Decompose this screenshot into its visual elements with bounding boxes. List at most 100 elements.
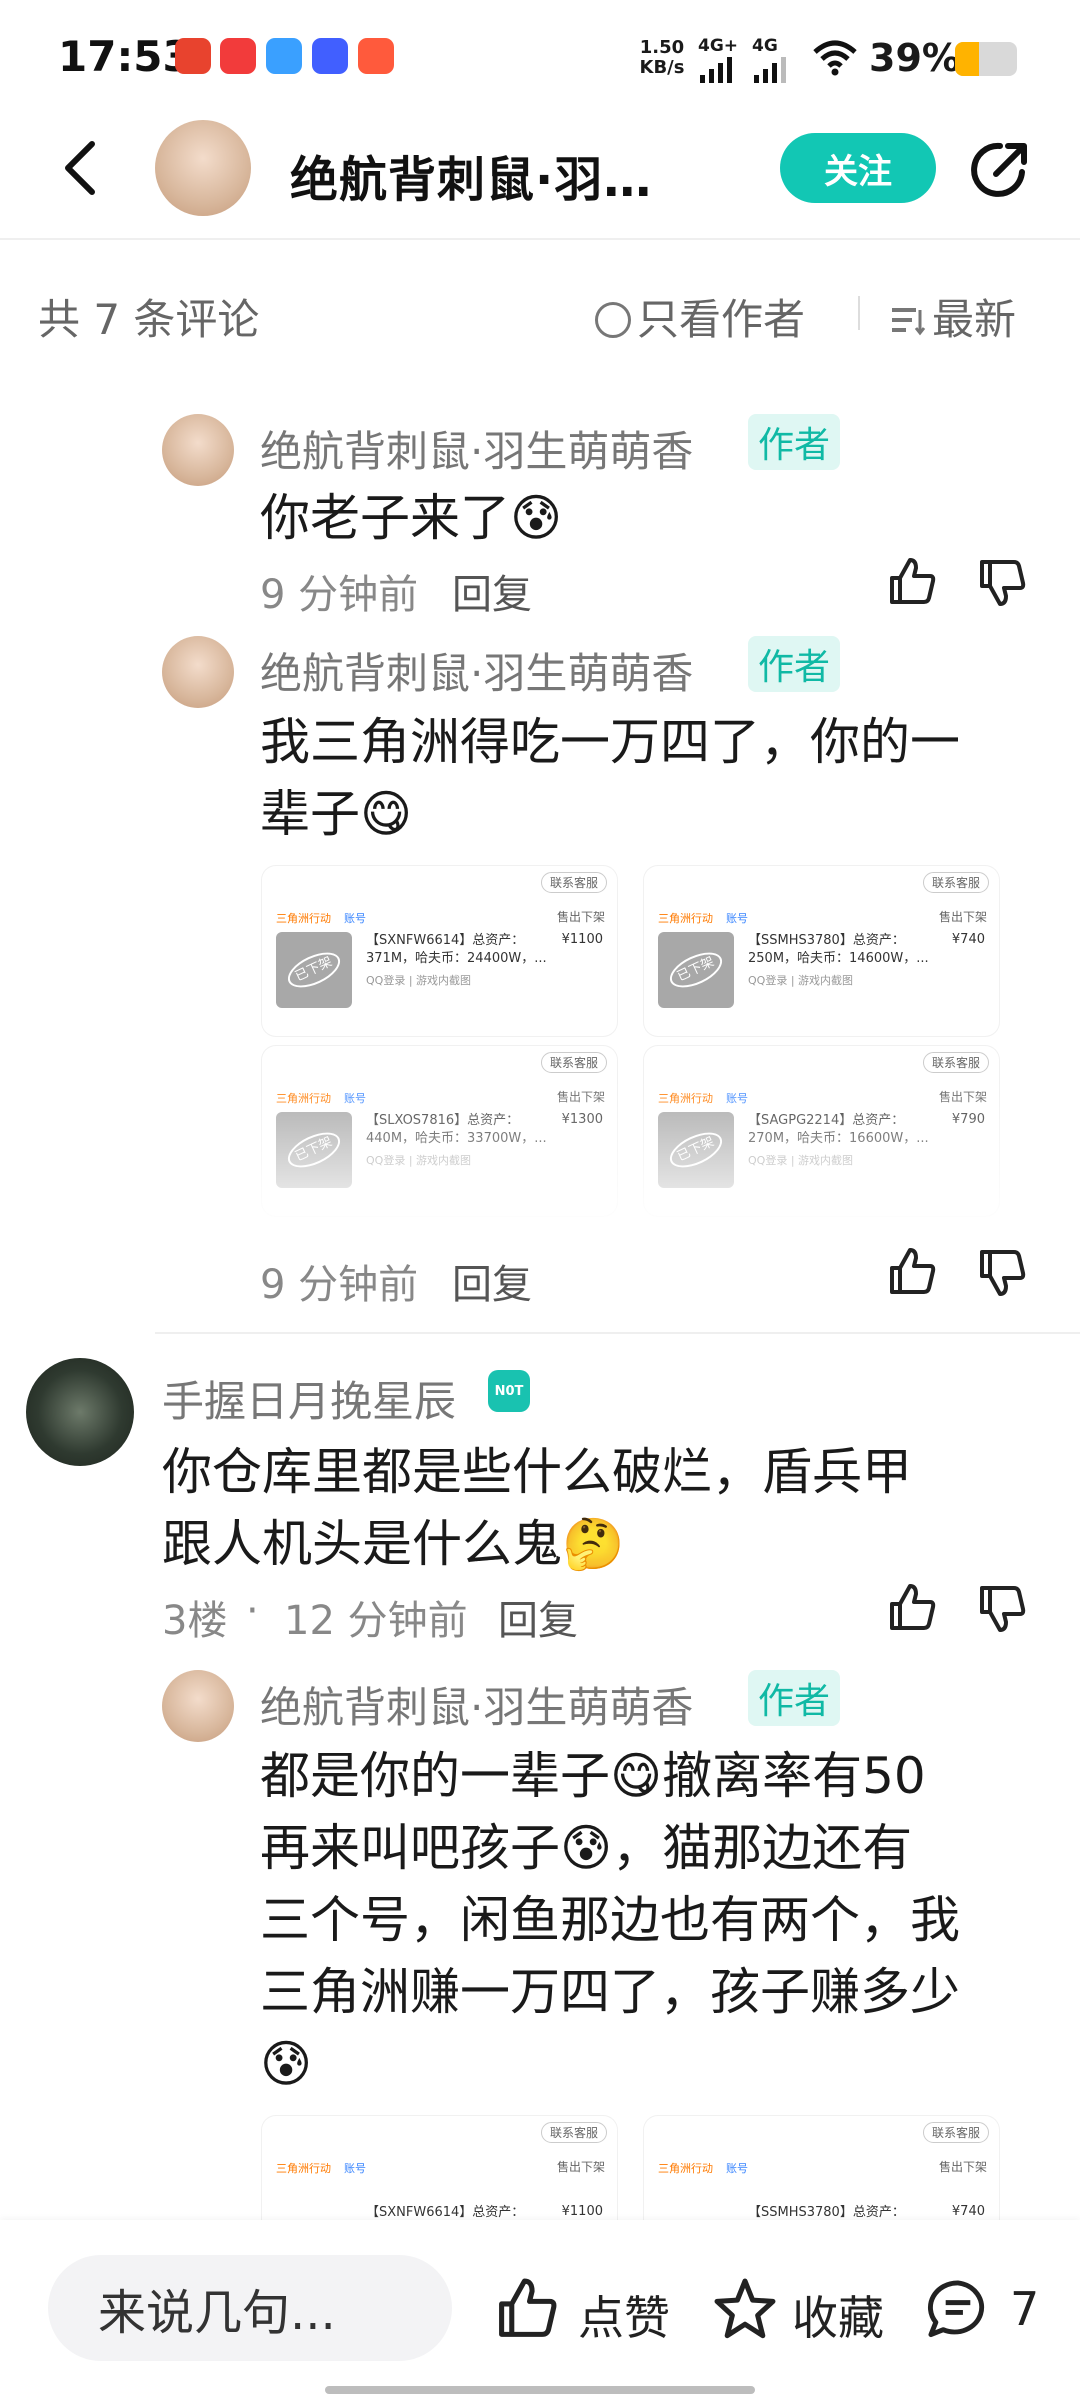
avatar[interactable] (26, 1358, 134, 1466)
listing-desc: 【SSMHS3780】总资产：250M，哈夫币：14600W，... (748, 933, 929, 966)
reply-button[interactable]: 回复 (452, 562, 532, 620)
listing-sub: QQ登录 | 游戏内截图 (748, 1154, 854, 1167)
comment-text: 你老子来了😰 (260, 489, 563, 547)
game-tag: 三角洲行动 (658, 1092, 713, 1105)
reply-button[interactable]: 回复 (498, 1588, 578, 1646)
vivo-app-icon (312, 38, 348, 74)
listing-price: ¥1100 (561, 2204, 603, 2219)
type-tag: 账号 (726, 912, 748, 925)
user-level-badge: N0T (488, 1370, 530, 1412)
listing-desc: 【SSMHS3780】总资产： (748, 2205, 905, 2220)
status-label: 售出下架 (938, 910, 987, 924)
page-title: 绝航背刺鼠·羽… (290, 152, 653, 208)
listing-sub: QQ登录 | 游戏内截图 (748, 974, 854, 987)
share-icon[interactable] (968, 138, 1032, 202)
game-app-icon (358, 38, 394, 74)
thumb-up-icon[interactable] (886, 1582, 938, 1634)
listing-gallery[interactable]: 联系客服 三角洲行动 账号 售出下架 已下架 【SXNFW6614】总资产：37… (260, 862, 1060, 1222)
comment-username[interactable]: 绝航背刺鼠·羽生萌萌香 (260, 640, 693, 701)
star-icon[interactable] (712, 2276, 778, 2342)
net-speed-unit: KB/s (639, 57, 685, 78)
listing-card[interactable]: 联系客服 三角洲行动 账号 售出下架 已下架 【SLXOS7816】总资产：44… (262, 1046, 617, 1216)
thumb-up-icon[interactable] (886, 1246, 938, 1298)
contact-service-button[interactable]: 联系客服 (540, 872, 607, 893)
comment-text-line: 我三角洲得吃一万四了，你的一 (260, 713, 960, 771)
author-avatar[interactable] (155, 120, 251, 216)
favorite-button-label[interactable]: 收藏 (792, 2282, 884, 2348)
reply-button[interactable]: 回复 (452, 1252, 532, 1310)
listing-gallery[interactable]: 联系客服 三角洲行动 账号 售出下架 【SXNFW6614】总资产： ¥1100… (260, 2112, 1060, 2220)
comment-divider (155, 1332, 1080, 1334)
game-tag: 三角洲行动 (658, 912, 713, 925)
author-badge: 作者 (748, 1670, 841, 1726)
follow-button[interactable]: 关注 (780, 133, 936, 203)
status-label: 售出下架 (938, 1090, 987, 1104)
contact-service-button[interactable]: 联系客服 (540, 1052, 607, 1073)
type-tag: 账号 (344, 2162, 366, 2175)
comment-username[interactable]: 手握日月挽星辰 (162, 1368, 456, 1429)
removed-stamp: 已下架 (282, 945, 346, 995)
contact-service-button[interactable]: 联系客服 (922, 1052, 989, 1073)
removed-stamp: 已下架 (282, 1125, 346, 1175)
listing-desc: 【SXNFW6614】总资产：371M，哈夫币：24400W，... (366, 933, 547, 966)
type-tag: 账号 (344, 912, 366, 925)
status-label: 售出下架 (938, 2160, 987, 2174)
listing-card[interactable]: 联系客服 三角洲行动 账号 售出下架 已下架 【SSMHS3780】总资产：25… (644, 866, 999, 1036)
listing-card[interactable]: 联系客服 三角洲行动 账号 售出下架 已下架 【SAGPG2214】总资产：27… (644, 1046, 999, 1216)
contact-service-button[interactable]: 联系客服 (540, 2122, 607, 2143)
like-button-label[interactable]: 点赞 (578, 2282, 670, 2348)
author-only-label: 只看作者 (637, 295, 806, 344)
status-label: 售出下架 (556, 2160, 605, 2174)
comment-text-line: 😰 (260, 2035, 313, 2093)
signal-bars-icon-2 (754, 57, 786, 83)
back-icon[interactable] (58, 138, 102, 198)
avatar[interactable] (162, 414, 234, 486)
listing-card[interactable]: 联系客服 三角洲行动 账号 售出下架 【SXNFW6614】总资产： ¥1100 (262, 2116, 617, 2220)
contact-service-button[interactable]: 联系客服 (922, 2122, 989, 2143)
listing-price: ¥1300 (561, 1112, 603, 1127)
red-app-icon (175, 38, 211, 74)
meta-separator: · (246, 1588, 259, 1634)
listing-card[interactable]: 联系客服 三角洲行动 账号 售出下架 【SSMHS3780】总资产： ¥740 (644, 2116, 999, 2220)
thumb-down-icon[interactable] (976, 556, 1028, 608)
comment-text-line: 辈子😋 (260, 785, 413, 843)
avatar[interactable] (162, 1670, 234, 1742)
comment-text-line: 跟人机头是什么鬼🤔 (162, 1515, 625, 1573)
nav-divider (0, 238, 1080, 240)
comment-text-line: 三个号，闲鱼那边也有两个，我 (260, 1891, 960, 1949)
sort-icon (890, 297, 926, 336)
author-badge: 作者 (748, 636, 841, 692)
avatar[interactable] (162, 636, 234, 708)
thumb-up-icon[interactable] (886, 556, 938, 608)
thumb-down-icon[interactable] (976, 1582, 1028, 1634)
status-label: 售出下架 (556, 1090, 605, 1104)
blue-app-icon (266, 38, 302, 74)
listing-sub: QQ登录 | 游戏内截图 (366, 1154, 472, 1167)
comment-time: 9 分钟前 (260, 572, 419, 618)
home-indicator[interactable] (325, 2386, 755, 2394)
comment-icon[interactable] (926, 2278, 990, 2342)
net-speed: 1.50 KB/s (637, 38, 687, 78)
listing-desc: 【SLXOS7816】总资产：440M，哈夫币：33700W，... (366, 1113, 547, 1146)
comment-username[interactable]: 绝航背刺鼠·羽生萌萌香 (260, 1674, 693, 1735)
comment-count-label: 共 7 条评论 (38, 295, 260, 344)
like-icon[interactable] (494, 2276, 560, 2342)
net-speed-value: 1.50 (639, 37, 685, 58)
removed-stamp: 已下架 (664, 1125, 728, 1175)
wifi-icon (813, 40, 857, 76)
comment-username[interactable]: 绝航背刺鼠·羽生萌萌香 (260, 418, 693, 479)
sort-filter[interactable]: 最新 (890, 286, 1016, 347)
listing-card[interactable]: 联系客服 三角洲行动 账号 售出下架 已下架 【SXNFW6614】总资产：37… (262, 866, 617, 1036)
comment-time: 12 分钟前 (284, 1598, 468, 1644)
radio-icon (595, 302, 631, 338)
thumb-down-icon[interactable] (976, 1246, 1028, 1298)
comment-count: 7 (1010, 2282, 1040, 2336)
contact-service-button[interactable]: 联系客服 (922, 872, 989, 893)
author-only-filter[interactable]: 只看作者 (595, 286, 805, 347)
game-tag: 三角洲行动 (276, 1092, 331, 1105)
listing-price: ¥740 (951, 2204, 985, 2219)
status-time: 17:53 (58, 32, 192, 81)
comment-input[interactable]: 来说几句... (48, 2255, 452, 2361)
video-app-icon (220, 38, 256, 74)
listing-price: ¥740 (951, 932, 985, 947)
